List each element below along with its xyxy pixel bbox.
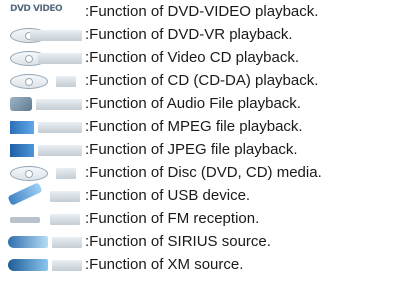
legend-label: Function of Video CD playback. — [89, 49, 300, 66]
legend-row-fm: : Function of FM reception. — [0, 208, 259, 230]
legend-label: Function of XM source. — [89, 256, 244, 273]
legend-row-mpeg-file: : Function of MPEG file playback. — [0, 116, 303, 138]
legend-label: Function of FM reception. — [89, 210, 260, 227]
video-cd-disc-icon — [0, 48, 85, 68]
disc-media-icon — [0, 163, 85, 183]
legend-row-usb: : Function of USB device. — [0, 182, 251, 207]
fm-reception-icon — [0, 209, 85, 229]
legend-row-video-cd: : Function of Video CD playback. — [0, 47, 299, 69]
legend-label: Function of JPEG file playback. — [89, 141, 298, 158]
jpeg-file-icon — [0, 140, 85, 160]
legend-label: Function of CD (CD-DA) playback. — [89, 72, 319, 89]
legend-row-sirius: : Function of SIRIUS source. — [0, 231, 271, 253]
audio-file-icon — [0, 94, 85, 114]
dvd-video-logo-text: DVD VIDEO — [10, 4, 63, 14]
legend-row-audio-file: : Function of Audio File playback. — [0, 93, 301, 115]
xm-source-icon — [0, 255, 85, 275]
legend-label: Function of MPEG file playback. — [89, 118, 303, 135]
dvd-vr-disc-icon — [0, 25, 85, 45]
legend-label: Function of Disc (DVD, CD) media. — [89, 164, 322, 181]
legend-label: Function of USB device. — [89, 187, 251, 204]
legend-row-disc-media: : Function of Disc (DVD, CD) media. — [0, 162, 322, 184]
legend-row-dvd-vr: : Function of DVD-VR playback. — [0, 24, 293, 46]
legend-label: Function of SIRIUS source. — [89, 233, 271, 250]
sirius-source-icon — [0, 232, 85, 252]
usb-device-icon — [0, 182, 85, 206]
legend-row-cd: : Function of CD (CD-DA) playback. — [0, 70, 318, 92]
legend-row-xm: : Function of XM source. — [0, 254, 243, 276]
legend-label: Function of DVD-VR playback. — [89, 26, 293, 43]
legend-row-jpeg-file: : Function of JPEG file playback. — [0, 139, 298, 161]
function-legend: DVD VIDEO : Function of DVD-VIDEO playba… — [0, 0, 394, 289]
cd-disc-icon — [0, 71, 85, 91]
legend-row-dvd-video: DVD VIDEO : Function of DVD-VIDEO playba… — [0, 1, 318, 23]
legend-label: Function of DVD-VIDEO playback. — [89, 3, 319, 20]
mpeg-file-icon — [0, 117, 85, 137]
dvd-video-logo-icon: DVD VIDEO — [0, 2, 85, 22]
legend-label: Function of Audio File playback. — [89, 95, 301, 112]
